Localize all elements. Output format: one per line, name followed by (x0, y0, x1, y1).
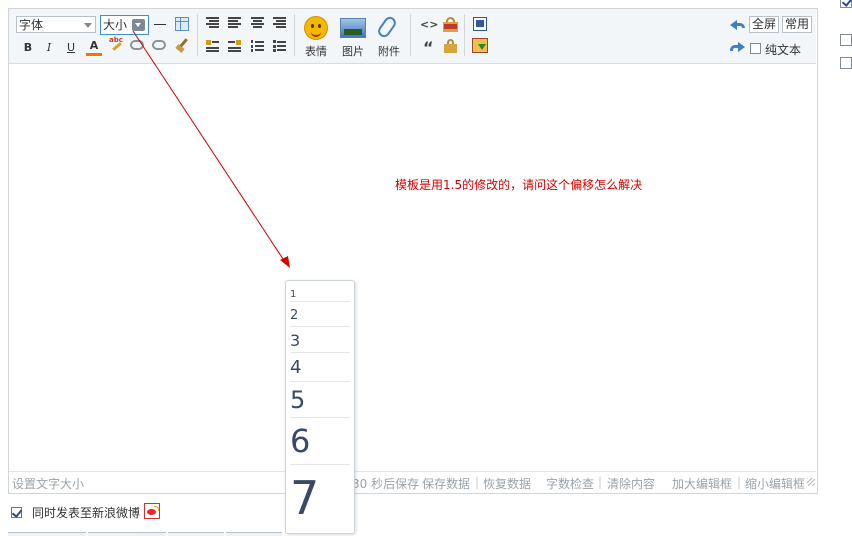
annotation-arrow (132, 30, 290, 268)
size-option-3[interactable]: 3 (290, 327, 350, 353)
right-checkbox-checked[interactable] (840, 0, 852, 8)
tab-fragment (8, 532, 86, 536)
status-divider: | (737, 475, 742, 489)
right-checkbox[interactable] (840, 57, 852, 69)
status-hint: 设置文字大小 (12, 477, 85, 491)
right-checkbox[interactable] (840, 34, 852, 46)
word-check-link[interactable]: 字数检查 (546, 475, 594, 492)
restore-data-link[interactable]: 恢复数据 (483, 475, 531, 492)
weibo-icon (144, 503, 160, 519)
font-size-dropdown: 1 2 3 4 5 6 7 (285, 280, 355, 534)
editor-status-bar: 设置文字大小 30 秒后保存 保存数据 | 恢复数据 字数检查 | 清除内容 加… (9, 471, 816, 493)
size-option-2[interactable]: 2 (290, 302, 350, 327)
size-option-1[interactable]: 1 (290, 283, 350, 302)
status-divider: | (475, 475, 480, 489)
tab-fragment (226, 532, 282, 536)
size-option-4[interactable]: 4 (290, 353, 350, 382)
size-option-7[interactable]: 7 (290, 465, 350, 531)
weibo-label[interactable]: 同时发表至新浪微博 (32, 504, 140, 521)
shrink-editor-link[interactable]: 缩小编辑框 (745, 475, 805, 492)
enlarge-editor-link[interactable]: 加大编辑框 (672, 475, 732, 492)
clear-content-link[interactable]: 清除内容 (607, 475, 655, 492)
size-option-6[interactable]: 6 (290, 418, 350, 465)
save-data-link[interactable]: 保存数据 (422, 475, 470, 492)
resize-grip-icon[interactable] (807, 478, 815, 486)
weibo-checkbox[interactable] (11, 507, 23, 518)
size-option-5[interactable]: 5 (290, 382, 350, 418)
status-divider: | (598, 475, 603, 489)
tab-fragment (88, 532, 166, 536)
tab-fragment (168, 532, 224, 536)
autosave-countdown: 30 秒后保存 (352, 477, 420, 491)
